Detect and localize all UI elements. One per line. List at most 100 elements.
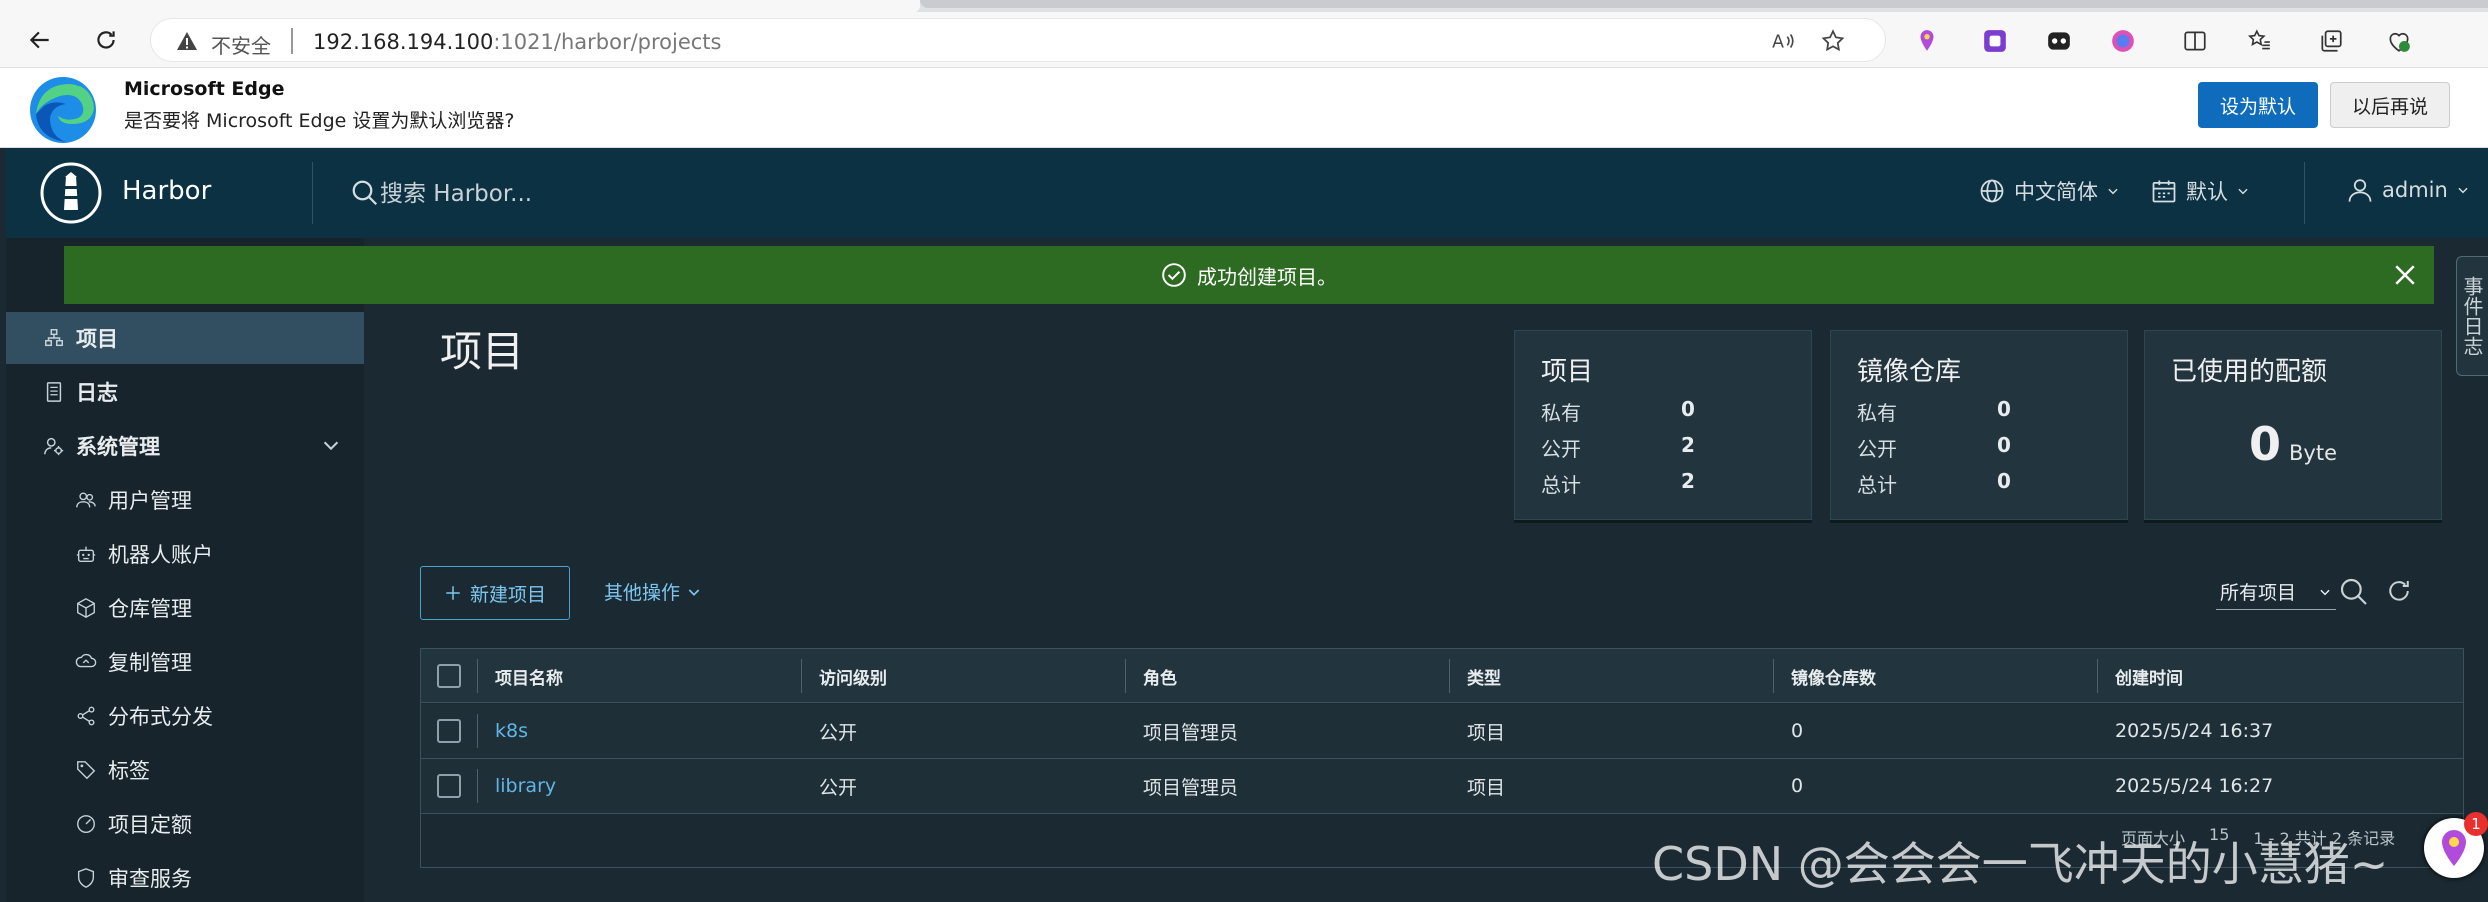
- quota-icon: [74, 812, 98, 836]
- total-row: 总计 2: [1541, 469, 1741, 498]
- extension-purple-icon[interactable]: [1980, 26, 2010, 56]
- shield-icon: [74, 866, 98, 890]
- favorites-icon[interactable]: [2244, 26, 2274, 56]
- table-row[interactable]: library 公开 项目管理员 项目 0 2025/5/24 16:27: [421, 759, 2463, 814]
- private-row: 私有 0: [1857, 397, 2057, 426]
- creation-time: 2025/5/24 16:37: [2115, 720, 2274, 742]
- table-header: 项目名称 访问级别 角色 类型 镜像仓库数 创建时间: [421, 649, 2463, 703]
- language-menu[interactable]: 中文简体: [1978, 176, 2120, 206]
- sidebar-item-label: 项目: [76, 327, 118, 351]
- search-icon[interactable]: [2338, 576, 2370, 608]
- select-all-checkbox[interactable]: [437, 664, 461, 688]
- row-label: 总计: [1541, 473, 1581, 497]
- row-label: 私有: [1857, 401, 1897, 425]
- set-default-button[interactable]: 设为默认: [2198, 82, 2318, 128]
- sidebar-item-registries[interactable]: 仓库管理: [6, 582, 364, 634]
- sidebar-item-robot-accounts[interactable]: 机器人账户: [6, 528, 364, 580]
- admin-icon: [42, 434, 66, 458]
- row-checkbox[interactable]: [437, 774, 461, 798]
- back-icon[interactable]: [20, 22, 60, 58]
- infobar-message: 是否要将 Microsoft Edge 设置为默认浏览器?: [124, 110, 515, 132]
- refresh-icon[interactable]: [86, 22, 126, 58]
- table-row[interactable]: k8s 公开 项目管理员 项目 0 2025/5/24 16:37: [421, 704, 2463, 759]
- quota-value: 0 Byte: [2145, 417, 2441, 471]
- refresh-icon[interactable]: [2384, 576, 2416, 608]
- sidebar-item-project-quotas[interactable]: 项目定额: [6, 798, 364, 850]
- extension-brain-icon[interactable]: [2108, 26, 2138, 56]
- new-project-button[interactable]: 新建项目: [420, 566, 570, 620]
- log-icon: [42, 380, 66, 404]
- page-title: 项目: [440, 327, 525, 376]
- public-row: 公开 0: [1857, 433, 2057, 462]
- browser-tab-other[interactable]: [920, 0, 2488, 8]
- global-search-input[interactable]: [380, 176, 780, 212]
- project-filter-select[interactable]: 所有项目: [2216, 574, 2336, 610]
- column-separator[interactable]: [2097, 659, 2098, 693]
- sidebar-item-administration[interactable]: 系统管理: [6, 420, 364, 472]
- browser-tab-active[interactable]: [0, 0, 920, 12]
- harbor-header: Harbor 中文简体 默认 admin: [6, 148, 2488, 238]
- harbor-logo-icon[interactable]: [40, 162, 102, 224]
- project-name-link[interactable]: library: [495, 759, 556, 813]
- sidebar-item-label: 项目定额: [108, 813, 192, 837]
- extension-game-icon[interactable]: [2044, 26, 2074, 56]
- column-header-created[interactable]: 创建时间: [2115, 649, 2183, 703]
- chevron-down-icon[interactable]: [320, 434, 342, 456]
- column-separator[interactable]: [1773, 659, 1774, 693]
- favorite-star-icon[interactable]: [1819, 27, 1847, 55]
- url-text[interactable]: 192.168.194.100:1021/harbor/projects: [313, 30, 721, 54]
- insecure-label[interactable]: 不安全: [211, 30, 271, 59]
- url-host: 192.168.194.100: [313, 30, 494, 54]
- sidebar-item-projects[interactable]: 项目: [6, 312, 364, 364]
- row-checkbox[interactable]: [437, 719, 461, 743]
- column-header-access[interactable]: 访问级别: [819, 649, 887, 703]
- warning-icon[interactable]: [175, 29, 199, 53]
- split-screen-icon[interactable]: [2180, 26, 2210, 56]
- project-name-link[interactable]: k8s: [495, 704, 528, 758]
- close-icon[interactable]: [2390, 260, 2420, 290]
- column-separator: [477, 714, 478, 748]
- extension-pin-icon[interactable]: [1912, 26, 1942, 56]
- url-path: :1021/harbor/projects: [493, 30, 722, 54]
- column-separator[interactable]: [1125, 659, 1126, 693]
- read-aloud-icon[interactable]: A: [1769, 27, 1797, 55]
- default-browser-infobar: Microsoft Edge 是否要将 Microsoft Edge 设置为默认…: [0, 68, 2488, 148]
- sidebar-item-logs[interactable]: 日志: [6, 366, 364, 418]
- language-label: 中文简体: [2014, 180, 2098, 204]
- column-separator[interactable]: [801, 659, 802, 693]
- username-label: admin: [2382, 178, 2448, 202]
- access-level: 公开: [819, 721, 858, 744]
- column-separator: [477, 769, 478, 803]
- sidebar-item-interrogation-services[interactable]: 审查服务: [6, 852, 364, 902]
- assistant-float-button[interactable]: 1: [2424, 812, 2488, 878]
- theme-menu[interactable]: 默认: [2150, 176, 2250, 206]
- column-header-type[interactable]: 类型: [1467, 649, 1501, 703]
- sidebar-item-distributions[interactable]: 分布式分发: [6, 690, 364, 742]
- sidebar-item-users[interactable]: 用户管理: [6, 474, 364, 526]
- sidebar-item-labels[interactable]: 标签: [6, 744, 364, 796]
- globe-icon: [1980, 179, 2004, 203]
- column-header-name[interactable]: 项目名称: [495, 649, 563, 703]
- sidebar-item-replications[interactable]: 复制管理: [6, 636, 364, 688]
- plus-icon: [446, 586, 460, 600]
- column-header-role[interactable]: 角色: [1143, 649, 1177, 703]
- harbor-brand[interactable]: Harbor: [122, 176, 211, 206]
- row-label: 公开: [1541, 437, 1581, 461]
- column-header-repo-count[interactable]: 镜像仓库数: [1791, 649, 1876, 703]
- search-icon: [350, 178, 380, 208]
- row-label: 私有: [1541, 401, 1581, 425]
- event-log-tab[interactable]: 事件日志: [2456, 256, 2488, 376]
- collections-icon[interactable]: [2316, 26, 2346, 56]
- tag-icon: [74, 758, 98, 782]
- private-row: 私有 0: [1541, 397, 1741, 426]
- row-value: 2: [1681, 433, 1695, 457]
- user-menu[interactable]: admin: [2346, 176, 2470, 204]
- column-separator[interactable]: [1449, 659, 1450, 693]
- address-separator: [291, 28, 293, 54]
- later-button[interactable]: 以后再说: [2330, 82, 2450, 128]
- performance-icon[interactable]: [2384, 26, 2414, 56]
- other-actions-dropdown[interactable]: 其他操作: [604, 578, 702, 605]
- type: 项目: [1467, 721, 1506, 744]
- address-bar[interactable]: 不安全 192.168.194.100:1021/harbor/projects…: [150, 18, 1886, 62]
- repo-count: 0: [1791, 775, 1804, 797]
